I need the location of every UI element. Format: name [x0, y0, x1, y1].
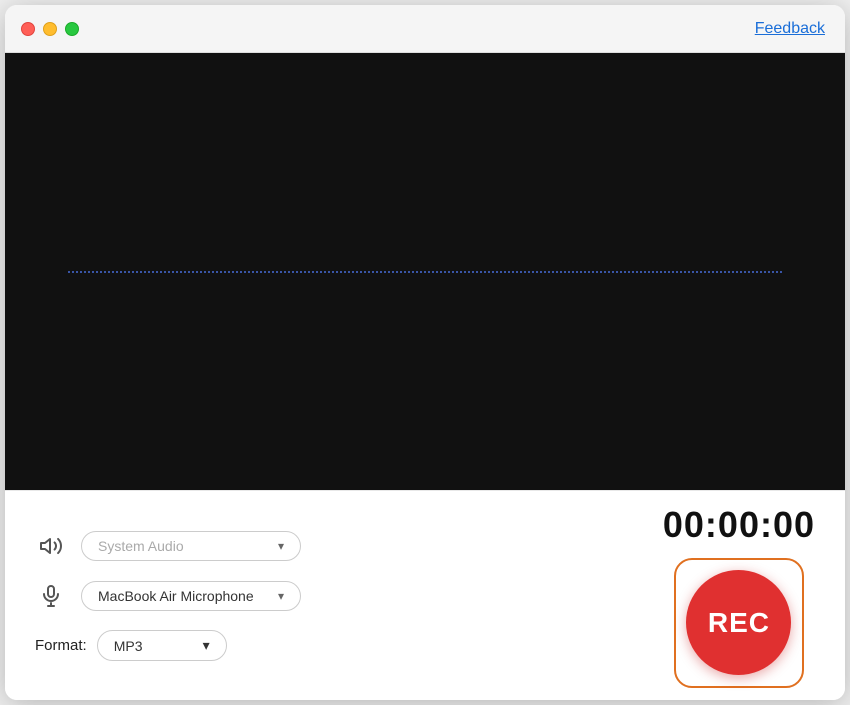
feedback-link[interactable]: Feedback	[755, 20, 825, 38]
audio-source-dropdown[interactable]: System Audio ▾	[81, 531, 301, 561]
format-dropdown[interactable]: MP3 ▾	[97, 630, 227, 661]
rec-button-container[interactable]: REC	[674, 558, 804, 688]
format-value: MP3	[114, 638, 143, 654]
maximize-button[interactable]	[65, 22, 79, 36]
rec-label: REC	[708, 607, 770, 639]
microphone-icon	[35, 580, 67, 612]
close-button[interactable]	[21, 22, 35, 36]
audio-source-row: System Audio ▾	[35, 530, 623, 562]
audio-source-chevron-icon: ▾	[278, 539, 284, 553]
app-window: Feedback System Audio ▾	[5, 5, 845, 700]
format-label: Format:	[35, 637, 87, 654]
waveform-area	[5, 53, 845, 490]
audio-source-value: System Audio	[98, 538, 184, 554]
format-chevron-icon: ▾	[203, 637, 210, 654]
minimize-button[interactable]	[43, 22, 57, 36]
format-row: Format: MP3 ▾	[35, 630, 623, 661]
left-controls: System Audio ▾ MacBook Air Microphone	[35, 530, 623, 661]
microphone-value: MacBook Air Microphone	[98, 588, 254, 604]
microphone-chevron-icon: ▾	[278, 589, 284, 603]
traffic-lights	[21, 22, 79, 36]
waveform-line	[68, 271, 782, 273]
microphone-dropdown[interactable]: MacBook Air Microphone ▾	[81, 581, 301, 611]
right-controls: 00:00:00 REC	[663, 504, 815, 688]
microphone-row: MacBook Air Microphone ▾	[35, 580, 623, 612]
controls-area: System Audio ▾ MacBook Air Microphone	[5, 490, 845, 700]
rec-button[interactable]: REC	[686, 570, 791, 675]
timer-display: 00:00:00	[663, 504, 815, 546]
speaker-icon	[35, 530, 67, 562]
titlebar: Feedback	[5, 5, 845, 53]
